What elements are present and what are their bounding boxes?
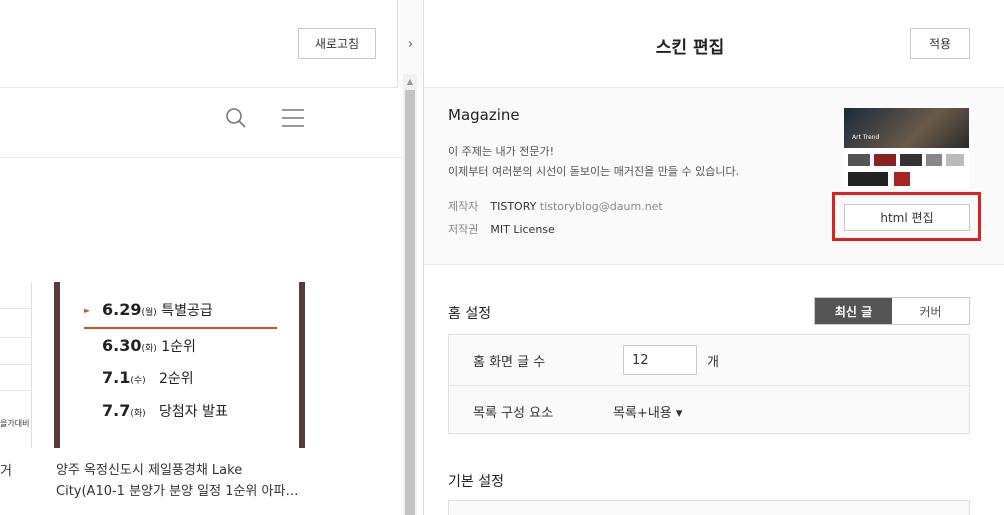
- apply-button[interactable]: 적용: [910, 28, 970, 59]
- schedule-row: 6.29(월) 특별공급: [102, 300, 213, 319]
- page-title: 스킨 편집: [655, 38, 725, 58]
- skin-info-card: Magazine 이 주제는 내가 전문가! 이제부터 여러분의 시선이 돋보이…: [424, 88, 1004, 265]
- tab-cover[interactable]: 커버: [892, 298, 969, 324]
- scroll-up-arrow-icon[interactable]: ▲: [403, 74, 417, 88]
- html-edit-button[interactable]: html 편집: [844, 204, 970, 231]
- basic-settings-box: [448, 500, 970, 515]
- skin-thumbnail: Art Trend: [844, 108, 969, 188]
- prev-post-thumbnail[interactable]: 을가대비: [0, 282, 32, 448]
- chevron-right-icon: ›: [407, 36, 414, 52]
- blog-preview: 을가대비 거 ► 6.29(월) 특별공급 6.30(화) 1순위 7.1(수)…: [0, 88, 403, 515]
- bullet-icon: ►: [84, 306, 91, 315]
- hamburger-menu-icon[interactable]: [281, 108, 305, 128]
- thumbnail-tag: 을가대비: [0, 419, 30, 428]
- tab-latest-posts[interactable]: 최신 글: [815, 298, 892, 324]
- post-count-unit: 개: [707, 355, 719, 370]
- preview-scrollbar[interactable]: ▲: [403, 74, 417, 515]
- list-components-select[interactable]: 목록+내용 ▾: [613, 402, 682, 421]
- list-components-label: 목록 구성 요소: [473, 406, 554, 421]
- prev-post-caption[interactable]: 거: [0, 460, 12, 479]
- search-icon[interactable]: [225, 107, 247, 129]
- home-settings-box: 홈 화면 글 수 개 목록 구성 요소 목록+내용 ▾: [448, 334, 971, 435]
- home-settings-title: 홈 설정: [448, 306, 492, 322]
- schedule-row: 7.1(수) 2순위: [102, 368, 194, 387]
- highlight-box: html 편집: [832, 192, 981, 241]
- post-title-link[interactable]: 양주 옥정신도시 제일풍경채 Lake City(A10-1 분양가 분양 일정…: [56, 460, 306, 502]
- skin-editor-panel: 스킨 편집 적용 Magazine 이 주제는 내가 전문가! 이제부터 여러분…: [424, 0, 1004, 515]
- list-components-row: 목록 구성 요소 목록+내용 ▾: [449, 385, 971, 435]
- post-thumbnail[interactable]: ► 6.29(월) 특별공급 6.30(화) 1순위 7.1(수) 2순위 7.…: [54, 282, 305, 448]
- skin-description: 이 주제는 내가 전문가! 이제부터 여러분의 시선이 돋보이는 매거진을 만들…: [448, 145, 740, 178]
- basic-settings-title: 기본 설정: [448, 474, 504, 490]
- scroll-thumb[interactable]: [405, 90, 415, 515]
- schedule-row: 6.30(화) 1순위: [102, 336, 196, 355]
- home-type-toggle: 최신 글 커버: [814, 297, 970, 325]
- skin-license: 저작권 MIT License: [448, 223, 555, 236]
- post-count-input[interactable]: [623, 345, 697, 375]
- post-count-label: 홈 화면 글 수: [473, 355, 546, 370]
- post-count-row: 홈 화면 글 수 개: [449, 335, 971, 385]
- refresh-button[interactable]: 새로고침: [298, 28, 376, 59]
- preview-toolbar: 새로고침: [0, 0, 397, 88]
- skin-name: Magazine: [448, 106, 520, 124]
- schedule-row: 7.7(화) 당첨자 발표: [102, 401, 228, 420]
- preview-header: [0, 88, 403, 158]
- skin-maker: 제작자 TISTORY tistoryblog@daum.net: [448, 200, 663, 213]
- skin-editor-header: 스킨 편집 적용: [424, 0, 1004, 88]
